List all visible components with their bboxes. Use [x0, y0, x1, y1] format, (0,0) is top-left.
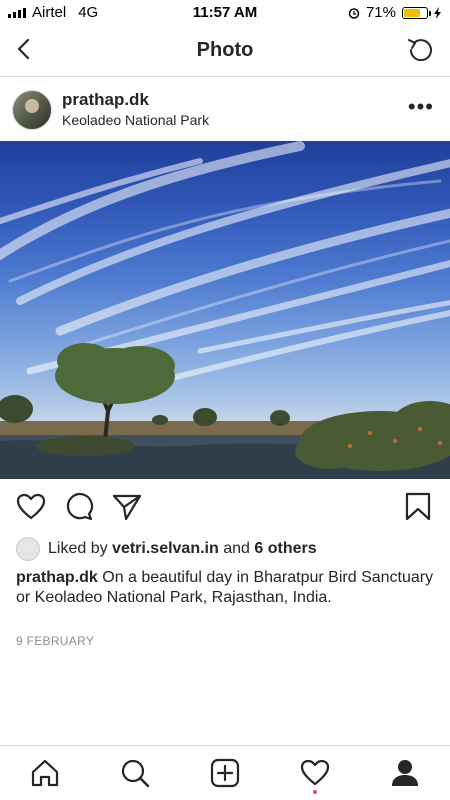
post-caption: prathap.dk On a beautiful day in Bharatp…	[16, 568, 436, 608]
profile-icon[interactable]	[390, 758, 420, 788]
send-icon[interactable]	[112, 492, 142, 522]
caption-username[interactable]: prathap.dk	[16, 569, 98, 586]
navigation-bar: Photo	[0, 24, 450, 77]
liked-prefix: Liked by	[48, 540, 108, 557]
liker-avatar	[16, 537, 40, 561]
likes-line[interactable]: Liked by vetri.selvan.in and 6 others	[16, 537, 317, 561]
battery-icon	[402, 6, 431, 19]
activity-heart-icon[interactable]	[300, 758, 330, 788]
refresh-icon[interactable]	[406, 34, 436, 64]
battery-percent: 71%	[365, 4, 396, 21]
status-bar: Airtel 4G 11:57 AM 71%	[0, 0, 450, 24]
add-post-icon[interactable]	[210, 758, 240, 788]
page-title: Photo	[196, 39, 254, 61]
liked-others[interactable]: 6 others	[254, 540, 316, 558]
post-actions	[0, 488, 450, 528]
liked-and: and	[223, 540, 250, 557]
avatar[interactable]	[12, 90, 52, 130]
bottom-tab-bar	[0, 745, 450, 800]
heart-icon[interactable]	[16, 492, 46, 522]
landscape-illustration	[0, 141, 450, 479]
post-header: prathap.dk Keoladeo National Park •••	[0, 84, 450, 136]
post-location[interactable]: Keoladeo National Park	[62, 112, 209, 128]
search-icon[interactable]	[120, 758, 150, 788]
charging-icon	[434, 6, 441, 19]
home-icon[interactable]	[30, 758, 60, 788]
post-username[interactable]: prathap.dk	[62, 90, 149, 110]
status-right: 71%	[348, 4, 442, 21]
comment-icon[interactable]	[64, 492, 94, 522]
bookmark-icon[interactable]	[404, 492, 432, 522]
post-date: 9 FEBRUARY	[16, 634, 95, 648]
post-photo[interactable]	[0, 141, 450, 479]
more-dots-icon[interactable]: •••	[408, 94, 434, 120]
alarm-icon	[348, 7, 360, 19]
activity-notification-dot	[313, 790, 317, 794]
liked-user[interactable]: vetri.selvan.in	[112, 540, 219, 558]
